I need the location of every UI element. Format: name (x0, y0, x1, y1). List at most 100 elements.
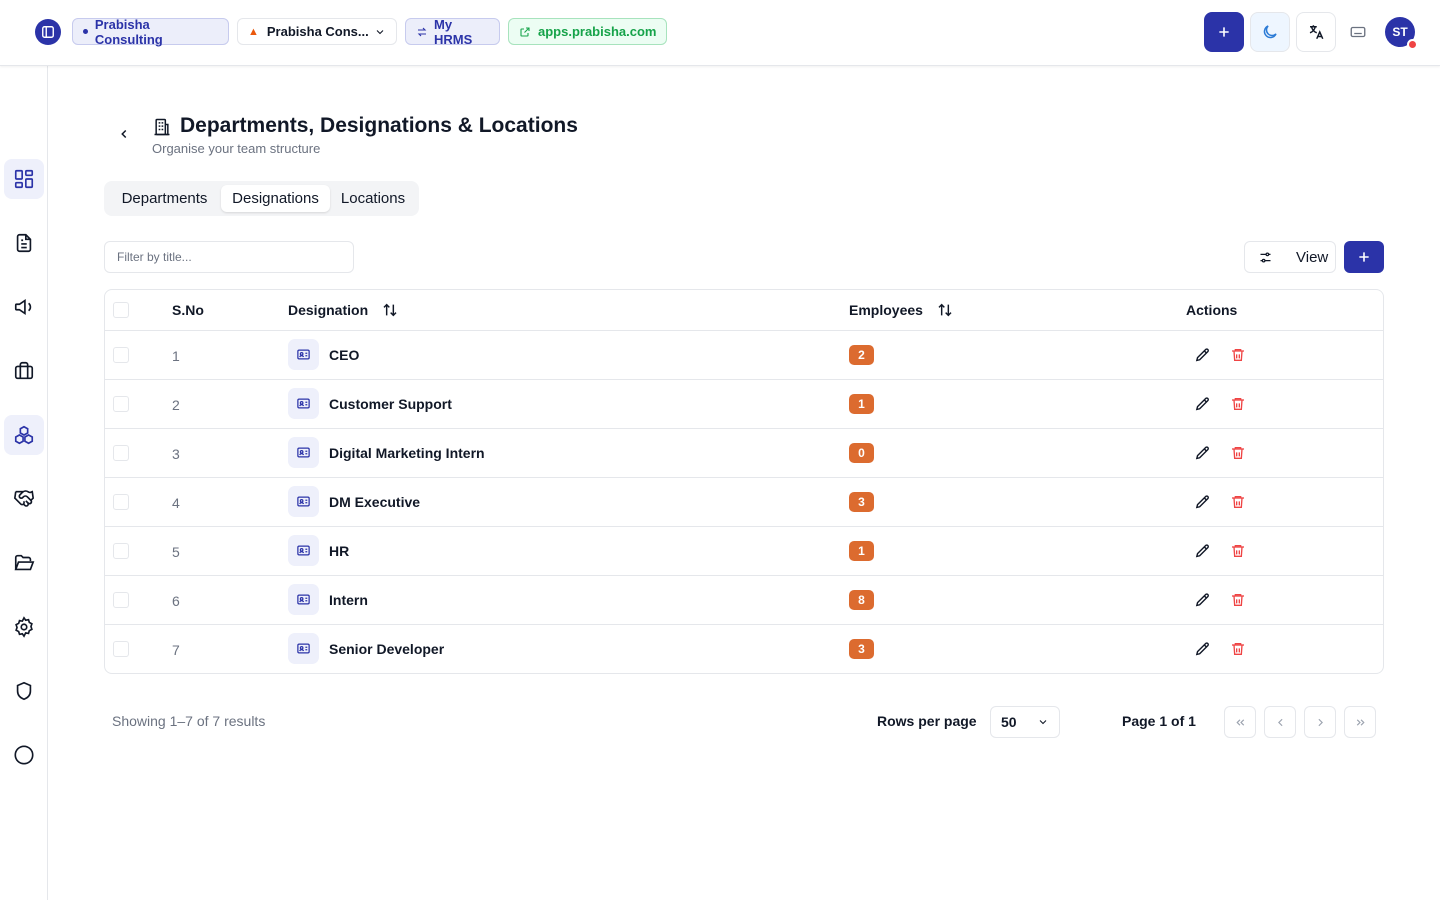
delete-button[interactable] (1228, 492, 1248, 512)
pencil-icon (1195, 445, 1209, 459)
filter-input[interactable] (104, 241, 354, 273)
row-checkbox[interactable] (113, 445, 129, 461)
designation-name: Intern (329, 592, 368, 608)
sidebar-toggle-button[interactable] (35, 19, 61, 45)
row-sno: 1 (172, 348, 180, 364)
theme-toggle-button[interactable] (1250, 12, 1290, 52)
first-page-button[interactable] (1224, 706, 1256, 738)
briefcase-icon (14, 361, 34, 380)
pencil-icon (1195, 494, 1209, 508)
translate-icon (1309, 25, 1324, 40)
delete-button[interactable] (1228, 639, 1248, 659)
row-checkbox[interactable] (113, 396, 129, 412)
edit-button[interactable] (1192, 639, 1212, 659)
table-row: 6 Intern 8 (105, 576, 1383, 625)
employee-count-badge: 2 (849, 345, 874, 365)
sidebar-item-documents[interactable] (4, 223, 44, 263)
edit-button[interactable] (1192, 541, 1212, 561)
edit-button[interactable] (1192, 394, 1212, 414)
table-row: 5 HR 1 (105, 527, 1383, 576)
sort-arrows-icon[interactable] (937, 302, 953, 318)
results-summary: Showing 1–7 of 7 results (112, 713, 266, 729)
designations-table: S.No Designation Employees Actions 1 CEO 2… (104, 289, 1384, 674)
my-hrms-label: My HRMS (434, 16, 473, 47)
add-designation-button[interactable] (1344, 241, 1384, 273)
megaphone-icon (14, 299, 32, 315)
company-select[interactable]: ▲ Prabisha Cons... (237, 18, 397, 45)
sidebar-panel-icon (42, 26, 54, 38)
tab-locations[interactable]: Locations (331, 185, 415, 212)
id-card-icon (288, 388, 319, 419)
row-checkbox[interactable] (113, 592, 129, 608)
notification-dot (1407, 39, 1418, 50)
keyboard-shortcuts-button[interactable] (1338, 12, 1378, 52)
shield-icon (16, 681, 32, 701)
sidebar-item-settings[interactable] (4, 607, 44, 647)
row-checkbox[interactable] (113, 641, 129, 657)
trash-icon (1232, 545, 1244, 557)
employee-count-badge: 1 (849, 541, 874, 561)
id-card-icon (288, 633, 319, 664)
employee-count-badge: 8 (849, 590, 874, 610)
rows-per-page-select[interactable]: 50 (990, 706, 1060, 738)
last-page-button[interactable] (1344, 706, 1376, 738)
tab-designations[interactable]: Designations (221, 185, 330, 212)
id-card-icon (288, 486, 319, 517)
chevron-down-icon (376, 29, 384, 34)
sidebar-item-organisation[interactable] (4, 415, 44, 455)
delete-button[interactable] (1228, 443, 1248, 463)
table-header: S.No Designation Employees Actions (105, 290, 1383, 331)
quick-add-button[interactable] (1204, 12, 1244, 52)
building-icon (154, 118, 170, 136)
chevron-left-icon (1277, 718, 1283, 726)
delete-button[interactable] (1228, 394, 1248, 414)
keyboard-icon (1350, 26, 1366, 38)
designation-name: CEO (329, 347, 360, 363)
delete-button[interactable] (1228, 541, 1248, 561)
language-button[interactable] (1296, 12, 1336, 52)
pencil-icon (1195, 641, 1209, 655)
sort-arrows-icon[interactable] (382, 302, 398, 318)
edit-button[interactable] (1192, 590, 1212, 610)
row-checkbox[interactable] (113, 543, 129, 559)
delete-button[interactable] (1228, 345, 1248, 365)
chevrons-right-icon (1356, 718, 1365, 726)
tab-departments[interactable]: Departments (108, 185, 221, 212)
my-hrms-chip[interactable]: My HRMS (405, 16, 500, 47)
sidebar-item-announcements[interactable] (4, 287, 44, 327)
organisation-chip[interactable]: Prabisha Consulting (72, 17, 229, 47)
row-sno: 5 (172, 544, 180, 560)
site-link-chip[interactable]: apps.prabisha.com (508, 18, 667, 45)
sidebar-item-more[interactable] (4, 735, 44, 775)
row-checkbox[interactable] (113, 494, 129, 510)
view-options-button[interactable]: View (1244, 241, 1336, 273)
chevron-left-icon (121, 129, 127, 139)
edit-button[interactable] (1192, 443, 1212, 463)
back-button[interactable] (114, 124, 134, 144)
next-page-button[interactable] (1304, 706, 1336, 738)
employee-count-badge: 0 (849, 443, 874, 463)
table-row: 4 DM Executive 3 (105, 478, 1383, 527)
edit-button[interactable] (1192, 345, 1212, 365)
sidebar-item-files[interactable] (4, 543, 44, 583)
table-row: 1 CEO 2 (105, 331, 1383, 380)
trash-icon (1232, 496, 1244, 508)
column-header-designation: Designation (288, 302, 398, 318)
view-options-label: View (1296, 248, 1329, 266)
sidebar-item-dashboard[interactable] (4, 159, 44, 199)
row-checkbox[interactable] (113, 347, 129, 363)
sidebar-item-security[interactable] (4, 671, 44, 711)
sidebar-item-partners[interactable] (4, 479, 44, 519)
edit-button[interactable] (1192, 492, 1212, 512)
page-subtitle: Organise your team structure (152, 141, 321, 156)
row-sno: 6 (172, 593, 180, 609)
company-select-label: Prabisha Cons... (266, 24, 369, 39)
folder-icon (14, 554, 35, 571)
delete-button[interactable] (1228, 590, 1248, 610)
sidebar-item-jobs[interactable] (4, 351, 44, 391)
sidebar (0, 0, 48, 900)
pencil-icon (1195, 543, 1209, 557)
designation-name: Senior Developer (329, 641, 445, 657)
previous-page-button[interactable] (1264, 706, 1296, 738)
select-all-checkbox[interactable] (113, 302, 129, 318)
